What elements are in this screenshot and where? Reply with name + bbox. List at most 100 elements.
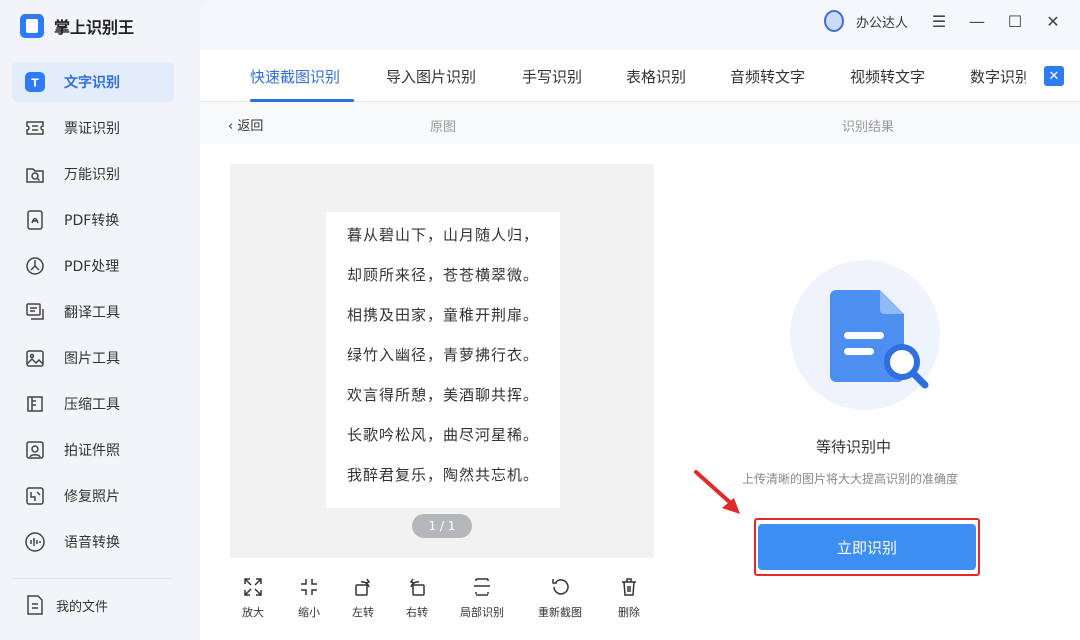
sidebar-item-label: 翻译工具 — [64, 305, 120, 321]
refresh-icon — [552, 579, 569, 595]
partial-recognition-button[interactable]: 局部识别 — [460, 576, 504, 620]
sidebar-divider — [12, 578, 172, 579]
svg-text:T: T — [31, 77, 39, 90]
tab-number[interactable]: 数字识别 — [970, 66, 1030, 87]
tab-video-to-text[interactable]: 视频转文字 — [850, 66, 925, 87]
crop-area-icon — [474, 578, 490, 596]
sidebar-item-label: 压缩工具 — [64, 397, 120, 413]
sidebar-item-label: 拍证件照 — [64, 443, 120, 459]
repair-photo-icon — [24, 485, 46, 507]
close-icon[interactable]: ✕ — [1042, 10, 1064, 32]
tab-table[interactable]: 表格识别 — [626, 66, 686, 87]
trash-icon — [622, 578, 636, 596]
shrink-icon — [301, 579, 317, 595]
document-search-icon — [830, 290, 929, 389]
arrow-pointer-icon — [694, 470, 740, 514]
back-button[interactable]: ‹ 返回 — [228, 115, 263, 134]
sidebar-item-label: 修复照片 — [64, 489, 120, 505]
poem-line: 相携及田家，童稚开荆扉。 — [346, 306, 539, 324]
sub-header: ‹ 返回 原图 识别结果 — [200, 102, 1080, 144]
translate-icon — [24, 301, 46, 323]
sidebar-item-translate[interactable]: 翻译工具 — [12, 292, 174, 332]
sidebar: 掌上识别王 T 文字识别 票证识别 万能识别 PDF转换 PDF处理 翻译工具 … — [0, 0, 200, 640]
recapture-button[interactable]: 重新截图 — [538, 576, 582, 620]
original-label: 原图 — [430, 120, 457, 135]
tab-audio-to-text[interactable]: 音频转文字 — [730, 66, 805, 87]
app-name: 掌上识别王 — [54, 18, 135, 37]
sidebar-item-id-photo[interactable]: 拍证件照 — [12, 430, 174, 470]
close-tabs-icon[interactable]: ✕ — [1044, 66, 1064, 86]
sidebar-item-label: 票证识别 — [64, 121, 120, 137]
maximize-icon[interactable]: ☐ — [1004, 10, 1026, 32]
rotate-right-button[interactable]: 右转 — [406, 576, 428, 620]
ticket-icon — [24, 117, 46, 139]
poem-line: 欢言得所憩，美酒聊共挥。 — [346, 386, 539, 404]
sidebar-item-label: 语音转换 — [64, 535, 120, 551]
pdf-process-icon — [24, 255, 46, 277]
tool-label: 删除 — [618, 606, 640, 619]
avatar — [823, 10, 844, 32]
sidebar-item-voice[interactable]: 语音转换 — [12, 522, 174, 562]
result-label: 识别结果 — [842, 120, 895, 135]
tool-label: 重新截图 — [538, 606, 582, 619]
image-icon — [24, 347, 46, 369]
sidebar-item-repair-photo[interactable]: 修复照片 — [12, 476, 174, 516]
tool-label: 缩小 — [298, 606, 320, 619]
tab-quick-screenshot[interactable]: 快速截图识别 — [250, 66, 340, 87]
status-hint: 上传清晰的图片将大大提高识别的准确度 — [742, 472, 959, 486]
pdf-convert-icon — [24, 209, 46, 231]
file-icon — [24, 594, 46, 616]
universal-search-icon — [24, 163, 46, 185]
page-indicator: 1 / 1 — [412, 514, 472, 538]
poem-line: 却顾所来径，苍苍横翠微。 — [346, 266, 539, 284]
my-files-label: 我的文件 — [56, 599, 109, 615]
tool-label: 局部识别 — [460, 606, 504, 619]
app-logo: 掌上识别王 — [20, 14, 134, 38]
tab-handwriting[interactable]: 手写识别 — [522, 66, 582, 87]
captured-image: 暮从碧山下，山月随人归， 却顾所来径，苍苍横翠微。 相携及田家，童稚开荆扉。 绿… — [326, 212, 560, 508]
poem-line: 暮从碧山下，山月随人归， — [346, 226, 539, 244]
sidebar-item-label: PDF转换 — [64, 213, 120, 229]
chevron-left-icon: ‹ — [228, 119, 238, 134]
sidebar-item-compress[interactable]: 压缩工具 — [12, 384, 174, 424]
sidebar-nav: T 文字识别 票证识别 万能识别 PDF转换 PDF处理 翻译工具 图片工具 压… — [12, 62, 174, 568]
expand-icon — [244, 578, 262, 596]
sidebar-item-label: 万能识别 — [64, 167, 120, 183]
my-files-link[interactable]: 我的文件 — [24, 594, 108, 616]
sidebar-item-text-recognition[interactable]: T 文字识别 — [12, 62, 174, 102]
image-toolbar: 放大 缩小 左转 右转 局部识别 重新截图 删除 — [230, 576, 654, 626]
recognize-now-button[interactable]: 立即识别 — [758, 524, 976, 570]
title-bar: 办公达人 ☰ — ☐ ✕ — [200, 0, 1080, 50]
menu-icon[interactable]: ☰ — [928, 10, 950, 32]
delete-button[interactable]: 删除 — [618, 576, 640, 620]
poem-line: 绿竹入幽径，青萝拂行衣。 — [346, 346, 539, 364]
sidebar-item-pdf-convert[interactable]: PDF转换 — [12, 200, 174, 240]
zoom-in-button[interactable]: 放大 — [242, 576, 264, 620]
tool-label: 左转 — [352, 606, 374, 619]
user-account[interactable]: 办公达人 — [823, 10, 908, 32]
sidebar-item-label: PDF处理 — [64, 259, 120, 275]
user-name: 办公达人 — [855, 15, 908, 31]
sidebar-item-label: 图片工具 — [64, 351, 120, 367]
tab-bar: 快速截图识别 导入图片识别 手写识别 表格识别 音频转文字 视频转文字 数字识别 — [200, 50, 1080, 102]
sidebar-item-universal[interactable]: 万能识别 — [12, 154, 174, 194]
compress-icon — [24, 393, 46, 415]
sidebar-item-ticket[interactable]: 票证识别 — [12, 108, 174, 148]
text-recognition-icon: T — [24, 71, 46, 93]
image-preview: 暮从碧山下，山月随人归， 却顾所来径，苍苍横翠微。 相携及田家，童稚开荆扉。 绿… — [230, 164, 654, 558]
rotate-left-icon — [355, 578, 371, 596]
poem-line: 长歌吟松风，曲尽河星稀。 — [346, 426, 539, 444]
sidebar-item-image-tools[interactable]: 图片工具 — [12, 338, 174, 378]
id-photo-icon — [24, 439, 46, 461]
minimize-icon[interactable]: — — [966, 10, 988, 32]
tab-import-image[interactable]: 导入图片识别 — [386, 66, 476, 87]
zoom-out-button[interactable]: 缩小 — [298, 576, 320, 620]
status-title: 等待识别中 — [816, 438, 892, 456]
sidebar-item-pdf-process[interactable]: PDF处理 — [12, 246, 174, 286]
back-label: 返回 — [237, 119, 264, 134]
main-panel: 办公达人 ☰ — ☐ ✕ 快速截图识别 导入图片识别 手写识别 表格识别 音频转… — [200, 0, 1080, 640]
sidebar-item-label: 文字识别 — [64, 75, 120, 91]
rotate-left-button[interactable]: 左转 — [352, 576, 374, 620]
rotate-right-icon — [409, 578, 425, 596]
voice-icon — [24, 531, 46, 553]
